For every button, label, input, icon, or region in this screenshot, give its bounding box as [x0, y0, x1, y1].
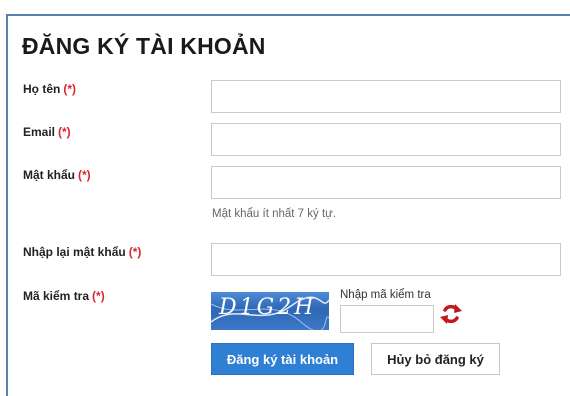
captcha-input[interactable] — [340, 305, 434, 333]
confirm-password-label-text: Nhập lại mật khẩu — [23, 245, 126, 259]
register-button[interactable]: Đăng ký tài khoản — [211, 343, 354, 375]
password-input[interactable] — [211, 166, 561, 199]
required-marker: (*) — [63, 82, 77, 96]
password-label-text: Mật khẩu — [23, 168, 76, 182]
required-marker: (*) — [92, 289, 105, 303]
password-label: Mật khẩu (*) — [23, 168, 91, 182]
captcha-label-text: Mã kiểm tra — [23, 289, 90, 303]
required-marker: (*) — [78, 168, 91, 182]
captcha-text: D1G2H — [219, 295, 317, 320]
refresh-icon[interactable] — [438, 301, 464, 327]
fullname-label: Họ tên (*) — [23, 82, 76, 96]
page-title: ĐĂNG KÝ TÀI KHOẢN — [22, 33, 266, 59]
required-marker: (*) — [58, 125, 71, 139]
required-marker: (*) — [128, 245, 142, 259]
confirm-password-label: Nhập lại mật khẩu (*) — [23, 245, 141, 259]
email-label: Email (*) — [23, 125, 71, 139]
fullname-input[interactable] — [211, 80, 561, 113]
confirm-password-input[interactable] — [211, 243, 561, 276]
cancel-registration-button[interactable]: Hủy bỏ đăng ký — [371, 343, 500, 375]
email-input[interactable] — [211, 123, 561, 156]
password-hint: Mật khẩu ít nhất 7 ký tự. — [212, 208, 337, 220]
captcha-image: D1G2H — [211, 292, 329, 330]
registration-panel — [6, 14, 570, 396]
captcha-input-label: Nhập mã kiểm tra — [340, 289, 431, 301]
fullname-label-text: Họ tên — [23, 82, 61, 96]
email-label-text: Email — [23, 125, 56, 139]
captcha-label: Mã kiểm tra (*) — [23, 289, 105, 303]
